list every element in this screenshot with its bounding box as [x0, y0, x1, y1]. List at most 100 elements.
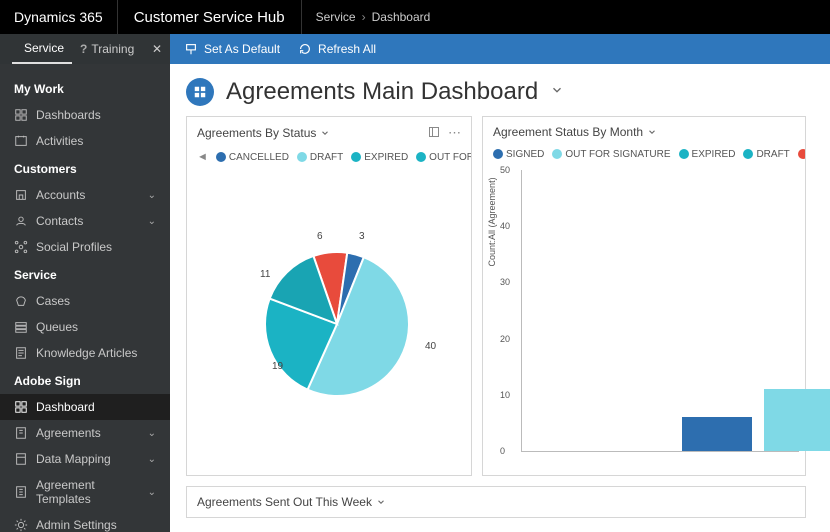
- breadcrumb-current[interactable]: Dashboard: [372, 10, 431, 24]
- pin-icon: [184, 42, 198, 56]
- legend-item[interactable]: EXPIRED: [351, 152, 408, 163]
- nav-item-accounts[interactable]: Accounts ⌄: [0, 182, 170, 208]
- chevron-down-icon: [647, 127, 657, 137]
- nav-item-dashboard[interactable]: Dashboard: [0, 394, 170, 420]
- nav-item-label: Queues: [36, 320, 78, 334]
- legend-item[interactable]: CANCELLED: [216, 152, 289, 163]
- global-topbar: Dynamics 365 Customer Service Hub Servic…: [0, 0, 830, 34]
- pie-slice-label: 40: [425, 341, 437, 352]
- cmd-label: Set As Default: [204, 42, 280, 56]
- history-icon[interactable]: [0, 42, 12, 56]
- nav-item-agreements[interactable]: Agreements ⌄: [0, 420, 170, 446]
- nav-item-label: Data Mapping: [36, 452, 111, 466]
- y-axis-label: Count:All (Agreement): [487, 177, 497, 266]
- legend-item[interactable]: DRAFT: [297, 152, 343, 163]
- nav-item-queues[interactable]: Queues: [0, 314, 170, 340]
- expand-icon[interactable]: [428, 126, 440, 141]
- nav-item-dashboards[interactable]: Dashboards: [0, 102, 170, 128]
- nav-item-label: Dashboard: [36, 400, 95, 414]
- y-tick-label: 0: [500, 446, 505, 456]
- left-nav: My WorkDashboardsActivitiesCustomersAcco…: [0, 64, 170, 532]
- tab-service[interactable]: Service: [12, 34, 72, 64]
- tab-label: Training: [91, 42, 134, 56]
- pie-slice-label: 6: [317, 231, 323, 242]
- bar-signed[interactable]: [682, 417, 752, 451]
- nav-item-icon: [14, 452, 28, 466]
- legend-item[interactable]: DRAFT: [743, 149, 789, 160]
- nav-item-label: Knowledge Articles: [36, 346, 137, 360]
- chevron-down-icon: ⌄: [148, 216, 156, 227]
- nav-item-label: Agreements: [36, 426, 101, 440]
- panel-title-dropdown[interactable]: Agreements By Status: [197, 126, 330, 140]
- nav-item-label: Activities: [36, 134, 83, 148]
- chevron-down-icon: [376, 497, 386, 507]
- nav-item-icon: [14, 400, 28, 414]
- nav-item-icon: [14, 188, 28, 202]
- legend-item[interactable]: OUT FOR SIGNATURE: [552, 149, 670, 160]
- legend-item[interactable]: OUT FOR S: [416, 152, 471, 163]
- nav-item-label: Accounts: [36, 188, 85, 202]
- panel-title: Agreements Sent Out This Week: [197, 495, 372, 509]
- pie-slice-label: 19: [272, 361, 284, 372]
- content-area: Agreements Main Dashboard Agreements By …: [170, 64, 830, 532]
- legend-item[interactable]: EXPIRED: [679, 149, 736, 160]
- nav-item-icon: [14, 214, 28, 228]
- bar-out-for-signature[interactable]: [764, 389, 830, 451]
- close-icon[interactable]: ✕: [144, 42, 170, 56]
- nav-item-cases[interactable]: Cases: [0, 288, 170, 314]
- more-icon[interactable]: ⋯: [448, 125, 461, 141]
- chevron-down-icon: [320, 128, 330, 138]
- nav-group-header: Service: [0, 260, 170, 288]
- panel-agreements-by-status: Agreements By Status ⋯ ◄ CANCELLED DRAFT…: [186, 116, 472, 476]
- nav-item-admin-settings[interactable]: Admin Settings: [0, 512, 170, 532]
- nav-item-icon: [14, 294, 28, 308]
- nav-item-icon: [14, 240, 28, 254]
- nav-item-contacts[interactable]: Contacts ⌄: [0, 208, 170, 234]
- nav-item-social-profiles[interactable]: Social Profiles: [0, 234, 170, 260]
- nav-item-label: Contacts: [36, 214, 83, 228]
- pie-chart: 6 3 40 19 11: [187, 169, 471, 449]
- page-title: Agreements Main Dashboard: [226, 78, 538, 106]
- brand-label[interactable]: Dynamics 365: [0, 9, 117, 25]
- pie-slice-label: 3: [359, 231, 365, 242]
- nav-item-icon: [14, 518, 28, 532]
- context-tabs: Service ? Training ✕: [0, 34, 170, 64]
- dashboard-badge-icon: [186, 78, 214, 106]
- nav-item-icon: [14, 320, 28, 334]
- chevron-right-icon: ›: [362, 10, 366, 24]
- nav-group-header: Adobe Sign: [0, 366, 170, 394]
- y-tick-label: 20: [500, 334, 510, 344]
- tab-training[interactable]: ? Training: [72, 34, 142, 64]
- nav-item-activities[interactable]: Activities: [0, 128, 170, 154]
- command-bar: Set As Default Refresh All: [170, 34, 830, 64]
- nav-item-label: Cases: [36, 294, 70, 308]
- page-title-row: Agreements Main Dashboard: [186, 78, 822, 106]
- nav-item-icon: [14, 134, 28, 148]
- bar-legend: SIGNED OUT FOR SIGNATURE EXPIRED DRAFT C…: [483, 147, 805, 166]
- y-tick-label: 10: [500, 390, 510, 400]
- panel-title-dropdown[interactable]: Agreements Sent Out This Week: [197, 495, 386, 509]
- pie-legend: ◄ CANCELLED DRAFT EXPIRED OUT FOR S: [187, 149, 471, 169]
- chevron-down-icon: ⌄: [148, 428, 156, 439]
- nav-group-header: My Work: [0, 74, 170, 102]
- legend-prev-icon[interactable]: ◄: [197, 151, 208, 163]
- nav-item-data-mapping[interactable]: Data Mapping⌄: [0, 446, 170, 472]
- set-as-default-button[interactable]: Set As Default: [184, 42, 280, 56]
- breadcrumb-root[interactable]: Service: [316, 10, 356, 24]
- nav-item-label: Agreement Templates: [36, 478, 140, 506]
- refresh-all-button[interactable]: Refresh All: [298, 42, 376, 56]
- panel-agreements-sent-this-week: Agreements Sent Out This Week: [186, 486, 806, 518]
- dashboard-dropdown[interactable]: [550, 83, 564, 102]
- nav-item-agreement-templates[interactable]: Agreement Templates ⌄: [0, 472, 170, 512]
- chevron-down-icon: ⌄: [148, 190, 156, 201]
- breadcrumb: Service › Dashboard: [302, 10, 445, 24]
- nav-item-label: Dashboards: [36, 108, 101, 122]
- chevron-down-icon: ⌄: [148, 487, 156, 498]
- legend-item[interactable]: CANCELLED: [798, 149, 805, 160]
- nav-item-icon: [14, 485, 28, 499]
- nav-item-knowledge-articles[interactable]: Knowledge Articles: [0, 340, 170, 366]
- legend-item[interactable]: SIGNED: [493, 149, 544, 160]
- panel-title-dropdown[interactable]: Agreement Status By Month: [493, 125, 657, 139]
- pie-slice-label: 11: [260, 269, 271, 280]
- hub-label[interactable]: Customer Service Hub: [118, 9, 301, 26]
